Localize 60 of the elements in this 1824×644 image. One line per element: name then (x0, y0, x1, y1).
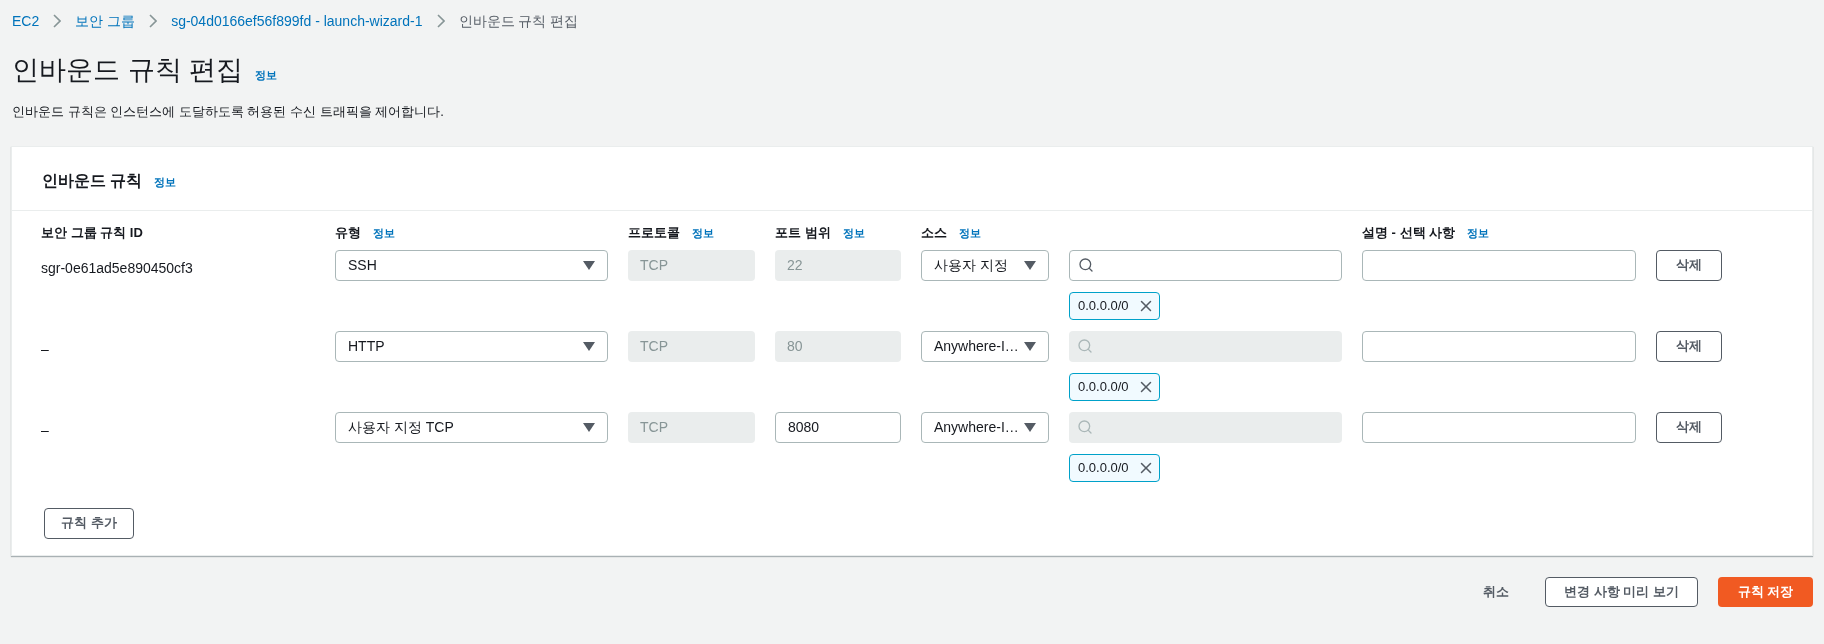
column-header: 소스 (921, 223, 947, 242)
cidr-label: 0.0.0.0/0 (1078, 377, 1129, 396)
rule-id: – (41, 340, 49, 357)
protocol-field: TCP (628, 249, 755, 281)
column-header: 설명 - 선택 사항 (1362, 223, 1456, 242)
cidr-label: 0.0.0.0/0 (1078, 296, 1129, 315)
delete-button[interactable]: 삭제 (1656, 411, 1722, 443)
port-range-field[interactable]: 8080 (775, 411, 901, 443)
cancel-link[interactable]: 취소 (1467, 576, 1525, 607)
description-field[interactable] (1362, 249, 1636, 281)
caret-icon (1024, 341, 1036, 351)
add-rule-button[interactable]: 규칙 추가 (44, 507, 134, 539)
rule-id: – (41, 421, 49, 438)
type-dropdown[interactable]: Anywhere-I… (921, 411, 1049, 443)
type-dropdown[interactable]: Anywhere-I… (921, 330, 1049, 362)
rule-id: sgr-0e61ad5e890450cf3 (41, 259, 193, 276)
type-dropdown[interactable]: HTTP (335, 330, 608, 362)
search-icon (1078, 257, 1094, 273)
description-field[interactable] (1362, 330, 1636, 362)
info-link[interactable]: 정보 (1467, 224, 1490, 241)
info-link[interactable]: 정보 (255, 67, 277, 84)
delete-button[interactable]: 삭제 (1656, 249, 1722, 281)
caret-icon (583, 260, 595, 270)
breadcrumb-link[interactable]: 보안 그룹 (75, 10, 136, 32)
type-dropdown[interactable]: 사용자 지정 TCP (335, 411, 608, 443)
info-link[interactable]: 정보 (373, 224, 395, 241)
column-header: 유형 (335, 223, 361, 242)
source-search-field[interactable] (1069, 249, 1342, 281)
port-range-field: 80 (775, 330, 901, 362)
delete-button[interactable]: 삭제 (1656, 330, 1722, 362)
page-title: 인바운드 규칙 편집 (12, 54, 243, 87)
breadcrumb-link[interactable]: EC2 (12, 10, 40, 32)
page-description: 인바운드 규칙은 인스턴스에 도달하도록 허용된 수신 트래픽을 제어합니다. (11, 103, 445, 121)
column-header: 보안 그룹 규칙 ID (41, 223, 143, 242)
preview-changes-button[interactable]: 변경 사항 미리 보기 (1545, 576, 1698, 607)
info-link[interactable]: 정보 (959, 224, 981, 241)
protocol-field: TCP (628, 411, 755, 443)
info-link[interactable]: 정보 (842, 224, 865, 241)
cidr-label: 0.0.0.0/0 (1078, 458, 1129, 477)
info-link[interactable]: 정보 (692, 224, 714, 241)
column-header: 포트 범위 (775, 223, 831, 242)
caret-icon (583, 422, 595, 432)
chevron-right-icon (53, 14, 62, 28)
info-link[interactable]: 정보 (154, 173, 177, 190)
chevron-right-icon (436, 14, 445, 28)
panel-title: 인바운드 규칙 (42, 170, 143, 191)
description-field[interactable] (1362, 411, 1636, 443)
column-header: 프로토콜 (628, 223, 680, 242)
type-dropdown[interactable]: SSH (335, 249, 608, 281)
port-range-field: 22 (775, 249, 901, 281)
breadcrumb-link[interactable]: sg-04d0166ef56f899fd - launch-wizard-1 (171, 10, 423, 32)
search-icon (1077, 419, 1093, 435)
caret-icon (1024, 260, 1036, 270)
search-icon (1077, 338, 1093, 354)
caret-icon (583, 341, 595, 351)
type-dropdown[interactable]: 사용자 지정 (921, 249, 1049, 281)
caret-icon (1024, 422, 1036, 432)
breadcrumb-current: 인바운드 규칙 편집 (458, 11, 579, 31)
protocol-field: TCP (628, 330, 755, 362)
chevron-right-icon (149, 14, 158, 28)
